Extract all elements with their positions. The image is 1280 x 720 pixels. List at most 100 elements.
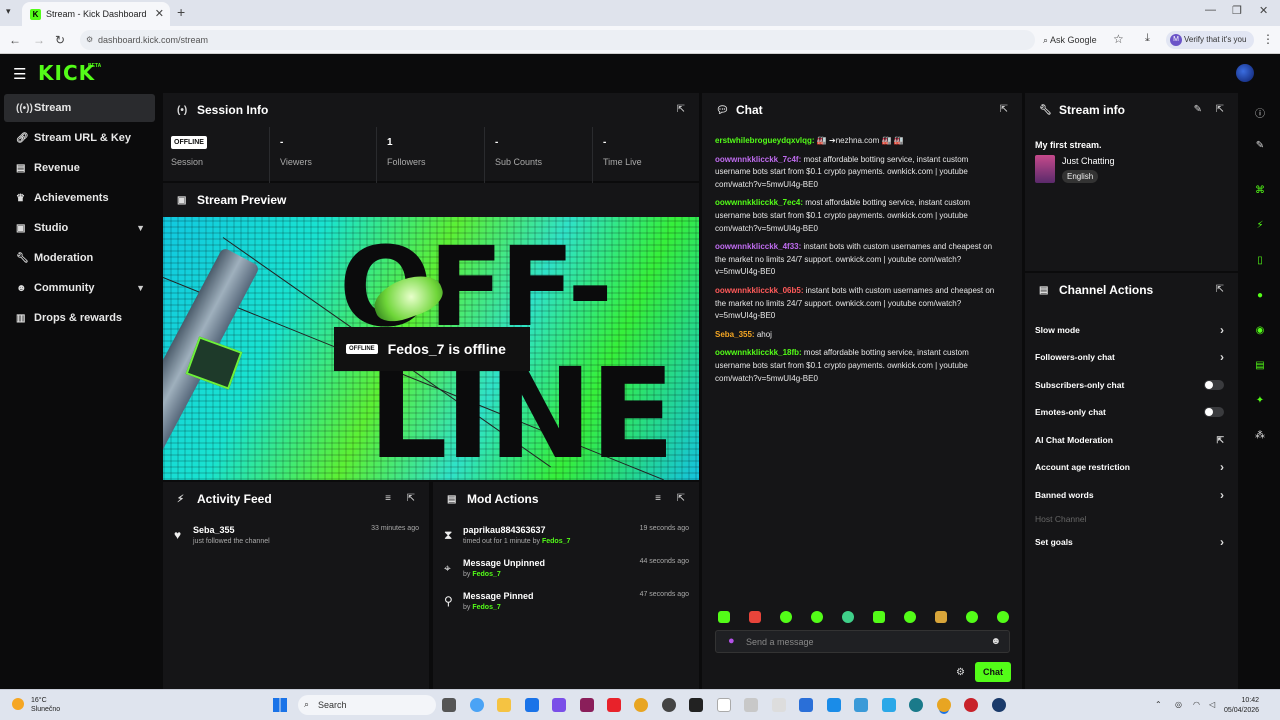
sidebar-item-studio[interactable]: ▣ Studio ▼ — [4, 214, 155, 242]
popout-icon[interactable]: ⇱ — [1216, 104, 1224, 115]
browser-tab[interactable]: K Stream - Kick Dashboard ✕ — [22, 2, 170, 26]
emotes-only-toggle[interactable] — [1204, 407, 1224, 417]
maximize-icon[interactable]: ❐ — [1232, 4, 1242, 17]
wifi-icon[interactable]: ◠ — [1193, 700, 1200, 709]
close-tab-icon[interactable]: ✕ — [155, 7, 164, 20]
emote-icon[interactable] — [873, 611, 885, 623]
ai-chat-moderation-action[interactable]: AI Chat Moderation ⇱ — [1035, 435, 1224, 455]
reload-icon[interactable]: ↻ — [55, 33, 65, 47]
lightning-icon[interactable]: ⚡︎ — [1253, 220, 1267, 234]
tray-overflow-icon[interactable]: ⌃ — [1155, 700, 1162, 709]
emote-icon[interactable] — [997, 611, 1009, 623]
emote-icon[interactable] — [749, 611, 761, 623]
forward-icon[interactable]: → — [33, 33, 45, 47]
info-icon[interactable]: ⓘ — [1253, 105, 1267, 120]
emote-icon[interactable] — [904, 611, 916, 623]
menu-icon[interactable]: ☰ — [13, 65, 26, 83]
chat-bubble-icon[interactable]: ● — [1253, 290, 1267, 304]
vscode-icon[interactable] — [827, 698, 841, 712]
app-icon[interactable] — [854, 698, 868, 712]
document-icon[interactable]: ▯ — [1253, 255, 1267, 269]
chevron-down-icon[interactable]: ▼ — [136, 223, 145, 233]
sidebar-item-stream[interactable]: ((•)) Stream — [4, 94, 155, 122]
mod-action-user[interactable]: Fedos_7 — [472, 571, 500, 578]
chevron-right-icon[interactable]: › — [1220, 488, 1224, 502]
minimize-icon[interactable]: — — [1205, 4, 1216, 16]
chat-username[interactable]: oowwnnkklicckk_7ec4: — [715, 198, 803, 207]
address-bar[interactable]: ⚙ dashboard.kick.com/stream — [80, 30, 1035, 50]
download-icon[interactable]: ⤓ — [1145, 32, 1150, 45]
new-tab-icon[interactable]: + — [177, 4, 185, 20]
chat-username[interactable]: oowwnnkklicckk_06b5: — [715, 286, 803, 295]
chat-username[interactable]: oowwnnkklicckk_4f33: — [715, 242, 801, 251]
steam-icon[interactable] — [992, 698, 1006, 712]
snipping-tool-icon[interactable] — [744, 698, 758, 712]
text-editor-icon[interactable] — [772, 698, 786, 712]
ask-google-button[interactable]: ⌕ Ask Google — [1043, 35, 1097, 46]
chevron-right-icon[interactable]: › — [1220, 350, 1224, 364]
sidebar-item-achievements[interactable]: ♛ Achievements — [4, 184, 155, 212]
chat-username[interactable]: oowwnnkklicckk_7c4f: — [715, 155, 801, 164]
store-icon[interactable] — [525, 698, 539, 712]
emoji-icon[interactable]: ☻ — [990, 636, 1001, 647]
back-icon[interactable]: ← — [9, 33, 21, 47]
emote-icon[interactable] — [966, 611, 978, 623]
community-icon[interactable]: ⁂ — [1253, 430, 1267, 444]
site-info-icon[interactable]: ⚙ — [86, 35, 93, 44]
tray-app-icon[interactable]: ◎ — [1175, 700, 1182, 709]
popout-icon[interactable]: ⇱ — [407, 493, 415, 504]
chevron-right-icon[interactable]: › — [1220, 460, 1224, 474]
pencil-icon[interactable]: ✎ — [1253, 140, 1267, 154]
broadcast-icon[interactable]: ◉ — [1253, 325, 1267, 339]
tab-search-icon[interactable]: ▾ — [6, 6, 11, 17]
emote-icon[interactable] — [718, 611, 730, 623]
followers-only-action[interactable]: Followers-only chat › — [1035, 350, 1224, 372]
activity-user[interactable]: Seba_355 — [193, 525, 235, 535]
gear-icon[interactable]: ⚙ — [956, 667, 965, 678]
user-avatar[interactable] — [1236, 64, 1254, 82]
microphone-icon[interactable]: ● — [728, 635, 735, 647]
popout-icon[interactable]: ⇱ — [677, 493, 685, 504]
app-icon[interactable] — [909, 698, 923, 712]
chrome-icon[interactable] — [634, 698, 648, 712]
account-age-action[interactable]: Account age restriction › — [1035, 460, 1224, 482]
app-icon[interactable] — [689, 698, 703, 712]
notepad-icon[interactable] — [717, 698, 731, 712]
filter-icon[interactable]: ≡ — [385, 493, 391, 504]
emote-icon[interactable] — [935, 611, 947, 623]
sidebar-item-community[interactable]: ☻ Community ▼ — [4, 274, 155, 302]
filter-icon[interactable]: ≡ — [655, 493, 661, 504]
mod-action-title[interactable]: paprikau884363637 — [463, 525, 546, 535]
popout-icon[interactable]: ⇱ — [1000, 104, 1008, 115]
app-icon[interactable] — [799, 698, 813, 712]
emote-icon[interactable] — [811, 611, 823, 623]
app-icon[interactable] — [662, 698, 676, 712]
browser-menu-icon[interactable]: ⋮ — [1262, 32, 1274, 46]
system-clock[interactable]: 10:42 05/04/2026 — [1224, 696, 1259, 716]
app-icon[interactable] — [882, 698, 896, 712]
external-link-icon[interactable]: ⇱ — [1216, 435, 1224, 446]
sidebar-item-drops-rewards[interactable]: ▥ Drops & rewards — [4, 304, 155, 332]
kick-logo[interactable]: KICK — [38, 61, 95, 85]
banned-words-action[interactable]: Banned words › — [1035, 488, 1224, 510]
emote-icon[interactable] — [842, 611, 854, 623]
subscribers-only-toggle[interactable] — [1204, 380, 1224, 390]
chat-username[interactable]: erstwhilebrogueydqxvlqg: — [715, 136, 815, 145]
set-goals-action[interactable]: Set goals › — [1035, 535, 1224, 557]
copilot-icon[interactable] — [470, 698, 484, 712]
sidebar-item-moderation[interactable]: 🔧︎ Moderation — [4, 244, 155, 272]
clip-icon[interactable]: ⌘ — [1253, 185, 1267, 199]
mod-action-user[interactable]: Fedos_7 — [472, 604, 500, 611]
chat-username[interactable]: Seba_355: — [715, 330, 755, 339]
send-chat-button[interactable]: Chat — [975, 662, 1011, 682]
sidebar-item-stream-url-key[interactable]: 🔗︎ Stream URL & Key — [4, 124, 155, 152]
app-icon[interactable] — [964, 698, 978, 712]
chevron-right-icon[interactable]: › — [1220, 323, 1224, 337]
chevron-down-icon[interactable]: ▼ — [136, 283, 145, 293]
chat-username[interactable]: oowwnnkklicckk_18fb: — [715, 348, 802, 357]
close-window-icon[interactable]: ✕ — [1259, 4, 1268, 17]
chat-input[interactable]: ● Send a message ☻ — [715, 630, 1010, 653]
windows-start-icon[interactable] — [273, 698, 287, 712]
chrome-active-icon[interactable] — [937, 698, 951, 712]
slow-mode-action[interactable]: Slow mode › — [1035, 323, 1224, 345]
